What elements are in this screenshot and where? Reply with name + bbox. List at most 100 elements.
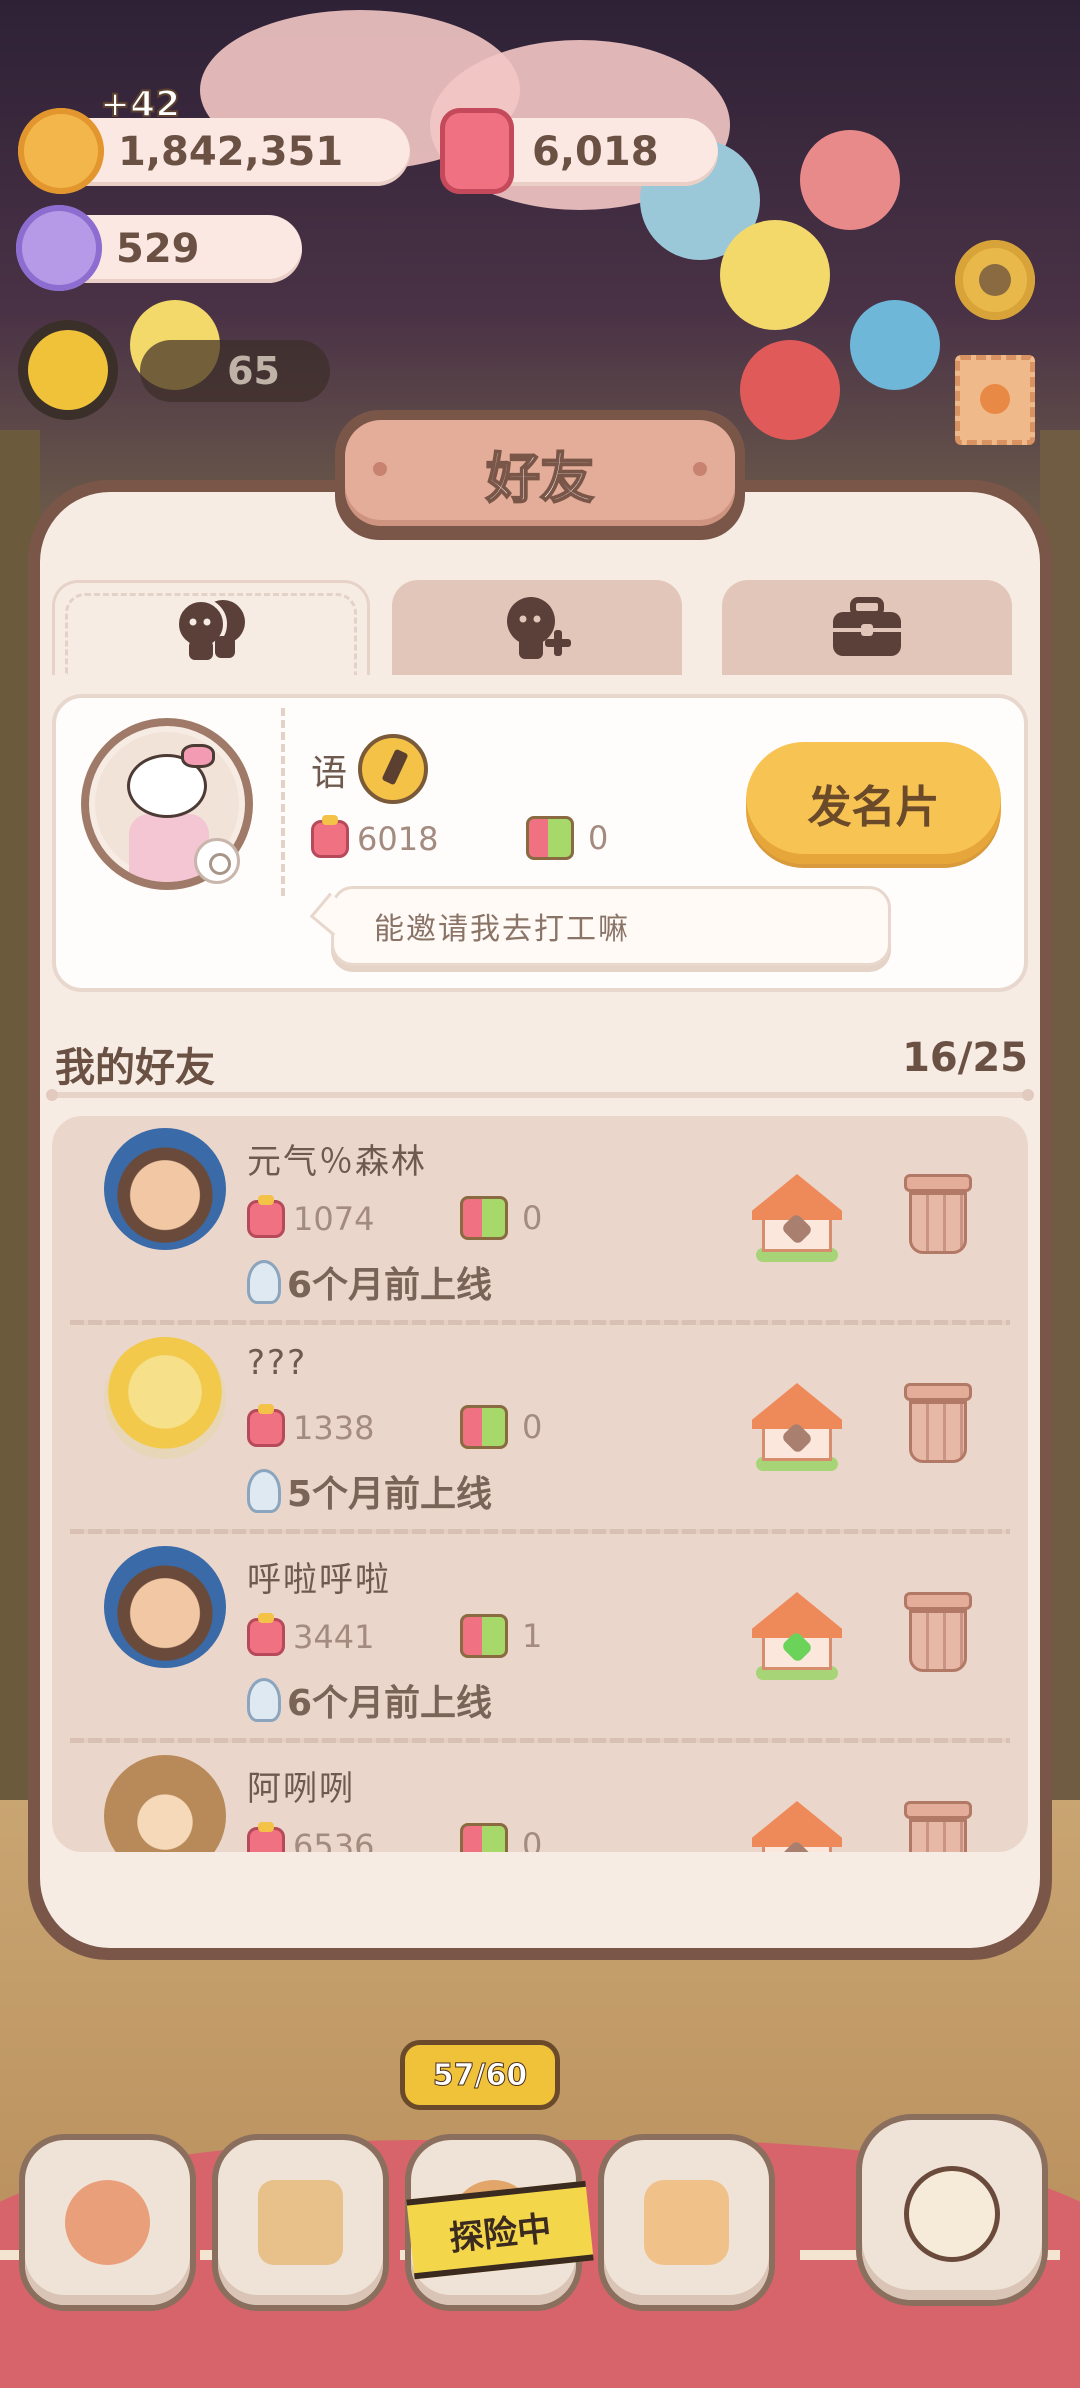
candy-gem-icon <box>16 205 102 291</box>
lightbulb-icon <box>247 1260 281 1304</box>
vertical-divider <box>281 708 285 898</box>
status-message: 能邀请我去打工嘛 <box>374 912 630 947</box>
adventure-label: 探险中 <box>447 2208 554 2259</box>
settings-gear-icon[interactable] <box>955 240 1035 320</box>
delete-friend-button[interactable] <box>904 1383 972 1465</box>
my-gift-count: 0 <box>588 819 609 857</box>
coin-count: 1,842,351 <box>118 129 344 175</box>
mushroom-house-icon <box>65 2180 150 2265</box>
friend-rose-count: 1074 <box>293 1200 375 1238</box>
gift-card-icon <box>460 1614 508 1658</box>
friend-gift-stat: 1 <box>460 1614 542 1658</box>
visit-home-button[interactable] <box>752 1383 842 1471</box>
friend-rose-stat: 6536 <box>247 1822 374 1852</box>
my-gift-stat: 0 <box>526 816 608 860</box>
friend-gift-stat: 0 <box>460 1405 542 1449</box>
friend-gift-stat: 0 <box>460 1823 542 1852</box>
house-roof <box>752 1383 842 1429</box>
friend-gift-count: 0 <box>522 1199 543 1237</box>
friend-avatar[interactable] <box>104 1128 226 1250</box>
nav-shop-button[interactable] <box>604 2140 769 2305</box>
notepad-icon <box>258 2180 343 2265</box>
house-roof <box>752 1801 842 1847</box>
bread-count: 65 <box>227 349 280 393</box>
rose-icon <box>247 1613 285 1656</box>
friends-count: 16/25 <box>902 1035 1028 1081</box>
last-online-text: 6个月前上线 <box>287 1265 493 1306</box>
friend-avatar[interactable] <box>104 1337 226 1459</box>
friend-rose-count: 1338 <box>293 1409 375 1447</box>
friend-name: 元气％森林 <box>247 1142 427 1182</box>
friend-gift-count: 1 <box>522 1617 543 1655</box>
trash-icon <box>909 1401 967 1463</box>
delete-friend-button[interactable] <box>904 1801 972 1852</box>
plate-rivet <box>373 462 387 476</box>
trash-lid <box>904 1174 972 1192</box>
avatar-settings-icon[interactable] <box>194 838 240 884</box>
my-rose-stat: 6018 <box>311 815 438 858</box>
modal-title-plate: 好友 <box>335 410 745 540</box>
delete-friend-button[interactable] <box>904 1592 972 1674</box>
rose-gift-icon <box>440 108 514 194</box>
friend-avatar[interactable] <box>104 1546 226 1668</box>
visit-home-button[interactable] <box>752 1592 842 1680</box>
friend-gift-count: 0 <box>522 1408 543 1446</box>
friend-last-online: 6个月前上线 <box>247 1674 492 1726</box>
stamp-icon[interactable] <box>955 355 1035 445</box>
lightbulb-icon <box>247 1469 281 1513</box>
rose-icon <box>311 815 349 858</box>
rose-icon <box>247 1195 285 1238</box>
rose-icon <box>247 1404 285 1447</box>
my-name: 语 <box>311 753 348 794</box>
friend-last-online: 6个月前上线 <box>247 1256 492 1308</box>
friend-gift-stat: 0 <box>460 1196 542 1240</box>
delete-friend-button[interactable] <box>904 1174 972 1256</box>
shop-stall-icon <box>644 2180 729 2265</box>
friend-rose-stat: 1338 <box>247 1404 375 1447</box>
add-friend-icon <box>507 596 571 659</box>
gift-card-icon <box>460 1405 508 1449</box>
rose-icon <box>247 1822 285 1852</box>
tab-add-friend[interactable] <box>392 580 682 675</box>
friend-last-online: 5个月前上线 <box>247 1465 492 1517</box>
trash-lid <box>904 1383 972 1401</box>
friend-rose-count: 3441 <box>293 1618 375 1656</box>
gift-card-icon <box>526 816 574 860</box>
status-speech-bubble[interactable]: 能邀请我去打工嘛 <box>331 886 891 966</box>
friend-gift-count: 0 <box>522 1826 543 1852</box>
send-card-button[interactable]: 发名片 <box>746 742 1001 864</box>
energy-counter[interactable]: 57/60 <box>400 2040 560 2110</box>
character-icon <box>904 2166 1000 2262</box>
balloon <box>740 340 840 440</box>
friends-list[interactable]: 元气％森林 1074 0 6个月前上线 ??? 1338 0 5个月前上线 呼啦… <box>52 1116 1028 1852</box>
edit-pencil-icon[interactable] <box>358 734 428 804</box>
trash-lid <box>904 1801 972 1819</box>
friend-avatar[interactable] <box>104 1755 226 1852</box>
friend-row: 呼啦呼啦 3441 1 6个月前上线 <box>52 1534 1028 1743</box>
friend-name: ??? <box>247 1343 308 1383</box>
tab-friends[interactable] <box>52 580 370 675</box>
visit-home-button[interactable] <box>752 1174 842 1262</box>
coin-gain-label: +42 <box>99 83 181 126</box>
modal-title: 好友 <box>485 446 595 511</box>
bread-counter[interactable]: 65 <box>140 340 330 402</box>
gift-card-icon <box>460 1196 508 1240</box>
my-profile-card: 语 6018 0 发名片 能邀请我去打工嘛 <box>52 694 1028 992</box>
sun-icon[interactable] <box>28 330 108 410</box>
lightbulb-icon <box>247 1678 281 1722</box>
friend-row: 阿咧咧 6536 0 <box>52 1743 1028 1852</box>
balloon <box>720 220 830 330</box>
house-roof <box>752 1592 842 1638</box>
nav-notes-button[interactable] <box>218 2140 383 2305</box>
rose-count: 6,018 <box>532 129 659 175</box>
tab-briefcase[interactable] <box>722 580 1012 675</box>
friend-row: ??? 1338 0 5个月前上线 <box>52 1325 1028 1534</box>
nav-mushroom-house-button[interactable] <box>25 2140 190 2305</box>
friends-list-title: 我的好友 <box>55 1045 215 1091</box>
visit-home-button[interactable] <box>752 1801 842 1852</box>
friend-rose-stat: 3441 <box>247 1613 375 1656</box>
balloon <box>800 130 900 230</box>
section-divider <box>46 1089 1034 1101</box>
nav-character-button[interactable] <box>862 2120 1042 2300</box>
cookie-coin-icon <box>18 108 104 194</box>
